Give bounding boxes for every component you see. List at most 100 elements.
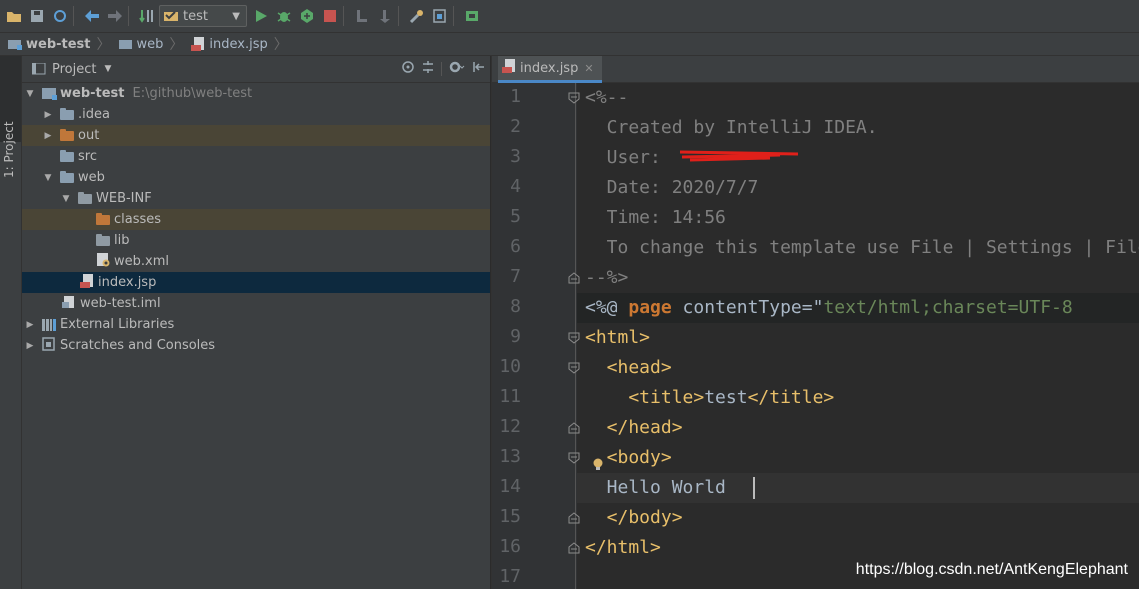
code-line-5: Time: 14:56 xyxy=(585,207,726,228)
header-separator xyxy=(441,62,442,76)
line-number: 9 xyxy=(510,326,521,347)
breadcrumb-label: web xyxy=(136,36,164,52)
tree-item-label: src xyxy=(78,149,97,164)
project-tree: ▼ web-test E:\github\web-test ▶ .idea ▶ … xyxy=(22,83,490,589)
line-number: 17 xyxy=(499,566,521,587)
tree-item-web-xml[interactable]: web.xml xyxy=(22,251,490,272)
sdk-icon[interactable] xyxy=(463,7,481,25)
toolbar-separator xyxy=(453,6,454,26)
chevron-down-icon[interactable]: ▼ xyxy=(104,64,111,74)
tree-item-web-test[interactable]: ▼ web-test E:\github\web-test xyxy=(22,83,490,104)
expanded-arrow-icon[interactable]: ▼ xyxy=(42,173,54,183)
attach-icon[interactable] xyxy=(353,7,371,25)
collapsed-arrow-icon[interactable]: ▶ xyxy=(42,110,54,120)
toolbar-separator xyxy=(343,6,344,26)
tree-item-label: WEB-INF xyxy=(96,191,152,206)
tree-item-src[interactable]: src xyxy=(22,146,490,167)
module-folder-icon xyxy=(8,40,22,50)
module-folder-icon xyxy=(42,88,57,100)
structure-icon[interactable] xyxy=(431,7,449,25)
tree-item-label: .idea xyxy=(78,107,110,122)
tree-item-out[interactable]: ▶ out xyxy=(22,125,490,146)
stop-icon[interactable] xyxy=(321,7,339,25)
code-line-12: </head> xyxy=(585,417,683,438)
tree-item-classes[interactable]: classes xyxy=(22,209,490,230)
collapse-all-icon[interactable] xyxy=(421,60,435,78)
code-line-15: </body> xyxy=(585,507,683,528)
tree-item-index-jsp[interactable]: index.jsp xyxy=(22,272,490,293)
code-line-16: </html> xyxy=(585,537,661,558)
tree-item-scratches[interactable]: ▶ Scratches and Consoles xyxy=(22,335,490,356)
expanded-arrow-icon[interactable]: ▼ xyxy=(60,194,72,204)
line-number: 2 xyxy=(510,116,521,137)
gear-icon[interactable] xyxy=(448,60,466,78)
line-number: 12 xyxy=(499,416,521,437)
breadcrumb-item-web[interactable]: web xyxy=(118,36,164,52)
code-line-6: To change this template use File | Setti… xyxy=(606,237,1139,258)
excluded-folder-icon xyxy=(96,212,110,225)
hide-icon[interactable] xyxy=(472,60,486,78)
code-line-3: User: xyxy=(585,147,672,168)
build-icon[interactable] xyxy=(138,7,156,25)
tree-item-lib[interactable]: lib xyxy=(22,230,490,251)
settings-icon[interactable] xyxy=(408,7,426,25)
code-line-8: <%@ page contentType="text/html;charset=… xyxy=(585,297,1073,318)
run-config-icon xyxy=(164,11,178,21)
tree-item-label: Scratches and Consoles xyxy=(60,338,216,353)
collapsed-arrow-icon[interactable]: ▶ xyxy=(24,341,36,351)
jsp-file-icon xyxy=(80,273,94,292)
code-line-7: --%> xyxy=(585,267,629,288)
breadcrumb-label: web-test xyxy=(26,36,91,52)
chevron-down-icon: ▼ xyxy=(232,10,240,22)
tree-item-web[interactable]: ▼ web xyxy=(22,167,490,188)
tab-index-jsp[interactable]: index.jsp ✕ xyxy=(498,56,602,83)
project-tool-tab-label: 1: Project xyxy=(2,121,16,178)
sync-icon[interactable] xyxy=(51,7,69,25)
line-number: 8 xyxy=(510,296,521,317)
line-number: 14 xyxy=(499,476,521,497)
back-icon[interactable] xyxy=(83,7,101,25)
close-icon[interactable]: ✕ xyxy=(584,62,593,75)
breadcrumb-item-file[interactable]: index.jsp xyxy=(191,36,268,52)
expanded-arrow-icon[interactable]: ▼ xyxy=(24,89,36,99)
coverage-icon[interactable] xyxy=(298,7,316,25)
open-icon[interactable] xyxy=(5,7,23,25)
toolbar-separator xyxy=(398,6,399,26)
folder-icon xyxy=(60,170,74,183)
profile-icon[interactable] xyxy=(376,7,394,25)
jsp-file-icon xyxy=(191,37,205,51)
locate-icon[interactable] xyxy=(401,60,415,78)
tree-item-label: web xyxy=(78,170,105,185)
tree-item-label: index.jsp xyxy=(98,275,157,290)
code-line-13: <body> xyxy=(585,447,672,468)
tree-item-label: web-test xyxy=(60,86,125,101)
run-icon[interactable] xyxy=(252,7,270,25)
run-config-select[interactable]: test ▼ xyxy=(159,5,247,27)
project-view-selector[interactable]: Project xyxy=(52,62,96,77)
tree-item-web-test-iml[interactable]: web-test.iml xyxy=(22,293,490,314)
line-number: 6 xyxy=(510,236,521,257)
tree-item-label: External Libraries xyxy=(60,317,175,332)
forward-icon[interactable] xyxy=(106,7,124,25)
text-caret xyxy=(753,477,755,499)
save-icon[interactable] xyxy=(28,7,46,25)
collapsed-arrow-icon[interactable]: ▶ xyxy=(24,320,36,330)
tree-item-external-libraries[interactable]: ▶ External Libraries xyxy=(22,314,490,335)
line-number: 5 xyxy=(510,206,521,227)
project-panel-header: Project ▼ xyxy=(22,56,490,83)
tree-item-label: web.xml xyxy=(114,254,169,269)
code-editor[interactable]: <%-- Created by IntelliJ IDEA. User: Dat… xyxy=(577,83,1139,589)
tree-item-web-inf[interactable]: ▼ WEB-INF xyxy=(22,188,490,209)
line-number: 13 xyxy=(499,446,521,467)
main-toolbar: test ▼ xyxy=(0,0,1139,33)
breadcrumb-label: index.jsp xyxy=(209,36,268,52)
debug-icon[interactable] xyxy=(275,7,293,25)
project-tool-tab[interactable]: 1: Project xyxy=(0,56,21,178)
collapsed-arrow-icon[interactable]: ▶ xyxy=(42,131,54,141)
tree-item-idea[interactable]: ▶ .idea xyxy=(22,104,490,125)
line-number: 3 xyxy=(510,146,521,167)
breadcrumb-item-project[interactable]: web-test xyxy=(8,37,91,52)
code-line-10: <head> xyxy=(585,357,672,378)
tree-item-label: lib xyxy=(114,233,130,248)
line-number: 10 xyxy=(499,356,521,377)
